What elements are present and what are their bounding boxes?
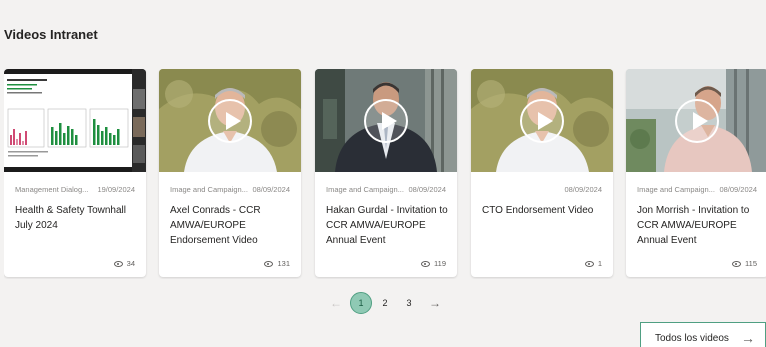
video-card[interactable]: Image and Campaign... 08/09/2024 Axel Co… <box>159 69 301 277</box>
video-date: 19/09/2024 <box>97 185 135 194</box>
eye-icon <box>113 260 123 267</box>
all-videos-button[interactable]: Todos los videos → <box>640 322 766 347</box>
pagination: ← 1 2 3 → <box>328 292 443 314</box>
video-title[interactable]: Jon Morrish - Invitation to CCR AMWA/EUR… <box>637 203 760 248</box>
slide-thumbnail-image <box>4 69 146 172</box>
video-category: Management Dialog... <box>15 185 89 194</box>
video-meta: Image and Campaign... 08/09/2024 <box>637 185 757 197</box>
video-category: Image and Campaign... <box>326 185 404 194</box>
play-icon[interactable] <box>675 98 719 143</box>
eye-icon <box>421 260 431 267</box>
view-count-value: 1 <box>597 259 602 268</box>
all-videos-label: Todos los videos <box>655 333 729 344</box>
video-thumbnail[interactable] <box>471 69 613 172</box>
video-date: 08/09/2024 <box>408 185 446 194</box>
video-thumbnail[interactable] <box>159 69 301 172</box>
page-button-1[interactable]: 1 <box>350 292 372 314</box>
view-count: 1 <box>584 259 602 268</box>
arrow-left-icon[interactable]: ← <box>328 292 344 314</box>
section-title: Videos Intranet <box>4 27 98 42</box>
view-count-value: 119 <box>434 259 446 268</box>
video-thumbnail[interactable] <box>4 69 146 172</box>
video-date: 08/09/2024 <box>719 185 757 194</box>
page-button-2[interactable]: 2 <box>374 292 396 314</box>
video-meta: Management Dialog... 19/09/2024 <box>15 185 135 197</box>
arrow-right-icon[interactable]: → <box>427 292 443 314</box>
play-icon[interactable] <box>364 98 408 143</box>
play-icon[interactable] <box>520 98 564 143</box>
video-meta: Image and Campaign... 08/09/2024 <box>170 185 290 197</box>
video-card[interactable]: Image and Campaign... 08/09/2024 Jon Mor… <box>626 69 766 277</box>
play-icon[interactable] <box>208 98 252 143</box>
video-meta: 08/09/2024 <box>482 185 602 197</box>
video-carousel: Management Dialog... 19/09/2024 Health &… <box>4 69 766 279</box>
video-title[interactable]: Health & Safety Townhall July 2024 <box>15 203 138 233</box>
video-date: 08/09/2024 <box>252 185 290 194</box>
eye-icon <box>584 260 594 267</box>
video-card[interactable]: Image and Campaign... 08/09/2024 Hakan G… <box>315 69 457 277</box>
view-count-value: 34 <box>126 259 135 268</box>
view-count: 115 <box>732 259 757 268</box>
video-category: Image and Campaign... <box>170 185 248 194</box>
page-button-3[interactable]: 3 <box>398 292 420 314</box>
eye-icon <box>264 260 274 267</box>
arrow-right-icon: → <box>741 330 755 346</box>
video-thumbnail[interactable] <box>626 69 766 172</box>
view-count: 119 <box>421 259 446 268</box>
video-date: 08/09/2024 <box>564 185 602 194</box>
video-meta: Image and Campaign... 08/09/2024 <box>326 185 446 197</box>
video-card[interactable]: 08/09/2024 CTO Endorsement Video 1 <box>471 69 613 277</box>
eye-icon <box>732 260 742 267</box>
video-category: Image and Campaign... <box>637 185 715 194</box>
video-title[interactable]: Axel Conrads - CCR AMWA/EUROPE Endorseme… <box>170 203 293 248</box>
view-count-value: 115 <box>745 259 757 268</box>
view-count-value: 131 <box>277 259 290 268</box>
view-count: 131 <box>264 259 290 268</box>
video-card[interactable]: Management Dialog... 19/09/2024 Health &… <box>4 69 146 277</box>
video-thumbnail[interactable] <box>315 69 457 172</box>
video-title[interactable]: CTO Endorsement Video <box>482 203 605 218</box>
view-count: 34 <box>113 259 135 268</box>
video-title[interactable]: Hakan Gurdal - Invitation to CCR AMWA/EU… <box>326 203 449 248</box>
